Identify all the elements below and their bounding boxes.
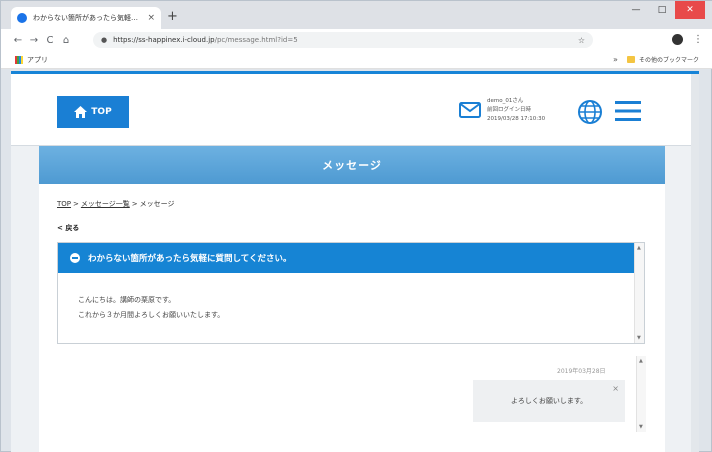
favicon-icon <box>17 13 27 23</box>
breadcrumb-separator: > <box>73 200 79 208</box>
bookmarks-overflow-icon[interactable]: » <box>613 55 618 64</box>
toolbar-right: ⋮ <box>672 34 703 45</box>
message-line: これから３か月間よろしくお願いいたします。 <box>78 311 225 319</box>
new-tab-button[interactable]: + <box>167 9 178 24</box>
hamburger-menu-icon[interactable] <box>615 100 641 122</box>
last-login-label: 前回ログイン日時 <box>487 107 532 113</box>
reply-bubble: よろしくお願いします。 × <box>473 380 625 422</box>
url-path: /pc/message.html?id=5 <box>214 36 298 44</box>
back-button[interactable]: ← <box>11 35 25 46</box>
other-bookmarks-label: その他のブックマーク <box>639 57 700 64</box>
reply-text: よろしくお願いします。 <box>510 397 588 405</box>
scroll-down-icon[interactable]: ▼ <box>637 335 641 341</box>
bookmarks-bar: アプリ » その他のブックマーク <box>1 51 712 69</box>
title-bar: わからない箇所があったら気軽に質問 × + — □ ✕ <box>1 1 712 29</box>
apps-shortcut[interactable]: アプリ <box>15 55 48 65</box>
message-header[interactable]: わからない箇所があったら気軽に質問してください。 <box>58 243 636 273</box>
message-scrollbar[interactable]: ▲ ▼ <box>634 243 644 343</box>
last-login-time: 2019/03/28 17:10:30 <box>487 116 546 122</box>
breadcrumb: TOP > メッセージ一覧 > メッセージ <box>57 199 175 209</box>
address-bar[interactable]: ● https://ss-happinex.i-cloud.jp/pc/mess… <box>93 32 593 48</box>
breadcrumb-separator: > <box>131 200 138 208</box>
home-icon <box>74 106 88 118</box>
close-window-button[interactable]: ✕ <box>675 1 705 19</box>
home-button[interactable]: ⌂ <box>59 35 73 46</box>
url-host: https://ss-happinex.i-cloud.jp <box>113 36 215 44</box>
url-text: https://ss-happinex.i-cloud.jp/pc/messag… <box>113 36 298 44</box>
back-arrow-icon: < <box>57 224 63 232</box>
page-title: メッセージ <box>322 159 382 172</box>
maximize-button[interactable]: □ <box>649 1 675 19</box>
reply-date: 2019年03月28日 <box>557 368 606 375</box>
top-button[interactable]: TOP <box>57 96 129 128</box>
globe-icon[interactable] <box>577 99 603 125</box>
other-bookmarks[interactable]: その他のブックマーク <box>627 55 699 64</box>
minimize-button[interactable]: — <box>623 1 649 19</box>
breadcrumb-message-list[interactable]: メッセージ一覧 <box>81 200 130 208</box>
message-title: わからない箇所があったら気軽に質問してください。 <box>88 254 292 264</box>
message-box: わからない箇所があったら気軽に質問してください。 こんにちは。講師の栗原です。 … <box>57 242 645 344</box>
breadcrumb-current: メッセージ <box>139 200 175 208</box>
top-button-label: TOP <box>91 107 112 117</box>
user-info: demo_01さん 前回ログイン日時 2019/03/28 17:10:30 <box>487 97 545 124</box>
page-viewport: TOP demo_01さん 前回ログイン日時 2019/03/28 17:10:… <box>11 71 699 452</box>
scroll-up-icon[interactable]: ▲ <box>639 358 643 364</box>
site-header: TOP demo_01さん 前回ログイン日時 2019/03/28 17:10:… <box>11 74 699 146</box>
apps-label: アプリ <box>27 56 48 64</box>
collapse-icon[interactable] <box>70 253 80 263</box>
bookmark-star-icon[interactable]: ☆ <box>578 36 585 45</box>
main-content: メッセージ TOP > メッセージ一覧 > メッセージ < 戻る わからない箇所があった… <box>39 146 665 452</box>
page-scrollbar[interactable] <box>691 74 699 452</box>
page-banner: メッセージ <box>39 146 665 184</box>
tab-close-icon[interactable]: × <box>147 13 155 23</box>
browser-toolbar: ← → C ⌂ ● https://ss-happinex.i-cloud.jp… <box>1 29 712 51</box>
username: demo_01さん <box>487 98 524 104</box>
reply-area: 2019年03月28日 よろしくお願いします。 × ▲ ▼ <box>39 352 665 452</box>
back-label: 戻る <box>65 224 80 232</box>
reload-button[interactable]: C <box>43 35 57 46</box>
account-icon[interactable] <box>672 34 683 45</box>
window-controls: — □ ✕ <box>623 1 705 19</box>
scroll-down-icon[interactable]: ▼ <box>639 424 643 430</box>
breadcrumb-top[interactable]: TOP <box>57 200 71 208</box>
reply-scrollbar[interactable]: ▲ ▼ <box>636 356 646 432</box>
lock-icon: ● <box>101 36 108 44</box>
reply-close-icon[interactable]: × <box>612 384 619 393</box>
back-link[interactable]: < 戻る <box>57 223 79 233</box>
browser-window: わからない箇所があったら気軽に質問 × + — □ ✕ ← → C ⌂ ● ht… <box>0 0 712 452</box>
apps-grid-icon <box>15 56 23 64</box>
forward-button[interactable]: → <box>27 35 41 46</box>
browser-tab[interactable]: わからない箇所があったら気軽に質問 × <box>11 7 161 29</box>
browser-menu-icon[interactable]: ⋮ <box>693 34 703 45</box>
message-body: こんにちは。講師の栗原です。 これから３か月間よろしくお願いいたします。 <box>78 293 224 323</box>
folder-icon <box>627 56 635 63</box>
scroll-up-icon[interactable]: ▲ <box>637 245 641 251</box>
message-line: こんにちは。講師の栗原です。 <box>78 296 176 304</box>
mail-icon[interactable] <box>459 102 481 118</box>
tab-title: わからない箇所があったら気軽に質問 <box>33 14 144 22</box>
